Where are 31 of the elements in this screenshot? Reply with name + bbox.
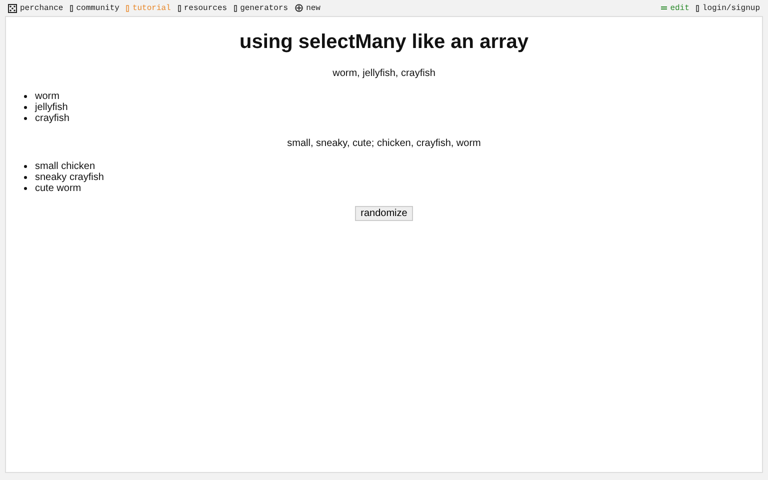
list-item: worm	[35, 91, 60, 102]
box-icon	[126, 4, 130, 12]
box-icon	[234, 4, 238, 12]
box-icon	[696, 4, 700, 12]
list-item: jellyfish	[35, 102, 68, 113]
nav-link[interactable]: new	[295, 4, 320, 12]
list-item: cute worm	[35, 183, 82, 194]
nav-link[interactable]: perchance	[8, 4, 64, 12]
nav-link[interactable]: resources	[178, 4, 228, 12]
list-item: small chicken	[35, 161, 96, 172]
dice-icon	[8, 4, 17, 12]
bullet-icon	[24, 176, 27, 179]
bullet-icon	[24, 117, 27, 120]
nav-link[interactable]: generators	[234, 4, 288, 12]
page-title: using selectMany like an array	[238, 31, 530, 54]
plus-circle-icon	[295, 4, 304, 12]
bullet-icon	[24, 165, 27, 168]
box-icon	[178, 4, 181, 12]
list-item: crayfish	[35, 113, 70, 124]
bullet-icon	[24, 95, 27, 98]
pencil-icon	[661, 6, 668, 10]
edit-link[interactable]: edit	[661, 4, 690, 12]
summary-text: small, sneaky, cute; chicken, crayfish, worm	[286, 138, 482, 149]
summary-text: worm, jellyfish, crayfish	[332, 68, 436, 79]
bullet-icon	[24, 106, 27, 109]
randomize-button[interactable]: randomize	[354, 206, 414, 221]
list-item: sneaky crayfish	[35, 172, 104, 183]
bullet-icon	[24, 187, 27, 190]
nav-link[interactable]: community	[70, 4, 120, 12]
nav-link[interactable]: login/signup	[696, 4, 760, 12]
box-icon	[70, 4, 74, 12]
